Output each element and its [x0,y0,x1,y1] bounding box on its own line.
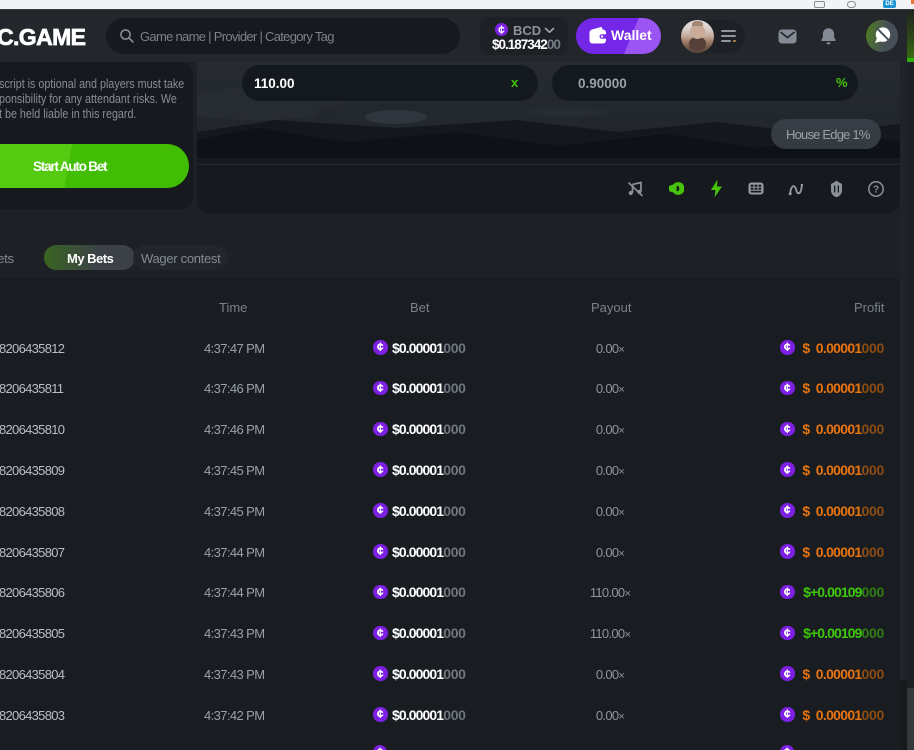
svg-text:?: ? [873,185,879,196]
